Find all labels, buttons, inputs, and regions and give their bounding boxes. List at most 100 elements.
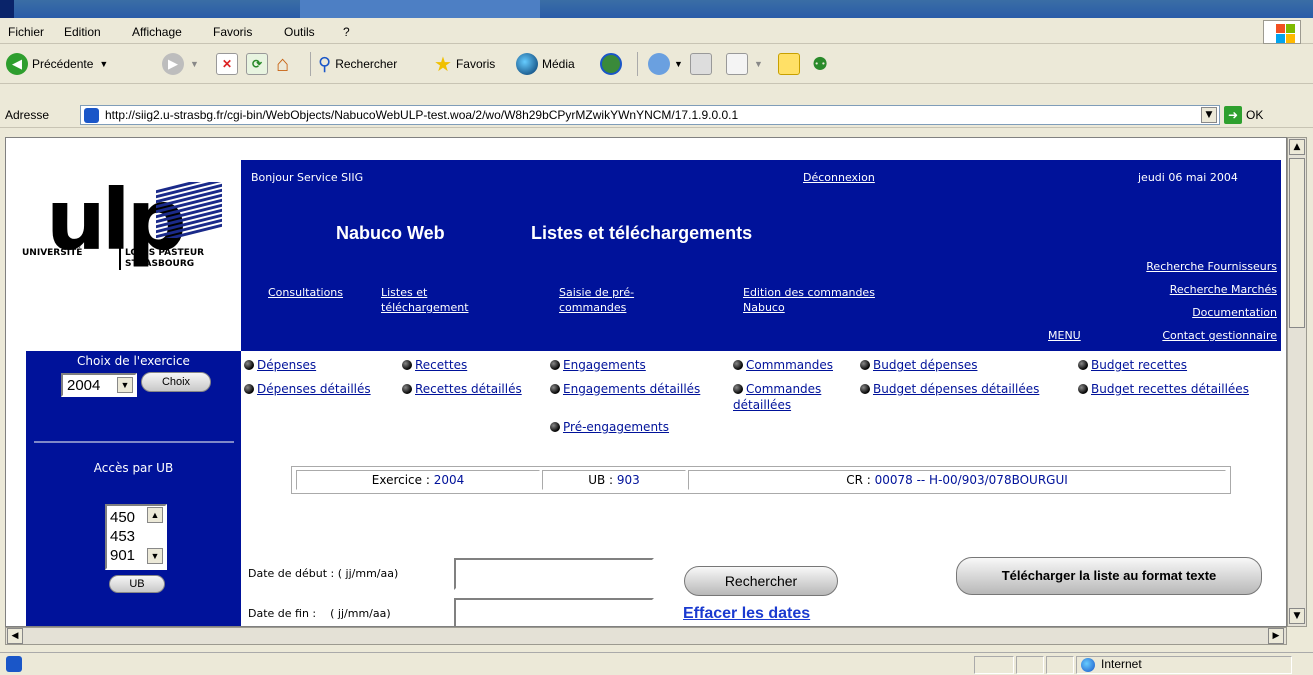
bullet-icon [402,360,412,370]
info-ub: UB : 903 [542,470,686,490]
exercice-title: Choix de l'exercice [77,354,190,368]
link-commandes-detaillees[interactable]: Commandes [733,382,821,396]
scroll-right-icon[interactable]: ▶ [1268,628,1284,644]
link-budget-depenses[interactable]: Budget dépenses [860,358,977,372]
discuss-button[interactable] [778,50,800,78]
link-engagements[interactable]: Engagements [550,358,646,372]
link-pre-engagements[interactable]: Pré-engagements [550,420,669,434]
end-date-input[interactable] [454,598,654,626]
link-documentation[interactable]: Documentation [1192,306,1277,319]
menu-outils[interactable]: Outils [284,25,315,39]
link-budget-recettes-label: Budget recettes [1091,358,1188,372]
forward-dropdown-icon[interactable]: ▼ [190,59,199,69]
link-commandes[interactable]: Commmandes [733,358,833,372]
exercice-select[interactable]: 2004 ▼ [61,373,137,397]
link-engagements-detailles[interactable]: Engagements détaillés [550,382,700,396]
link-commandes-detaillees-line2[interactable]: détaillées [733,398,791,412]
messenger-icon: ⚉ [812,53,829,74]
link-recettes[interactable]: Recettes [402,358,467,372]
bullet-icon [244,384,254,394]
link-recherche-fournisseurs[interactable]: Recherche Fournisseurs [1146,260,1277,273]
address-input[interactable]: http://siig2.u-strasbg.fr/cgi-bin/WebObj… [80,105,1220,125]
bullet-icon [550,384,560,394]
exercice-dropdown-icon[interactable]: ▼ [117,377,133,393]
zone-label: Internet [1101,657,1142,671]
mail-dropdown-icon[interactable]: ▼ [674,59,683,69]
print-button[interactable] [690,50,712,78]
mail-button[interactable]: ▼ [648,50,683,78]
stop-button[interactable]: ✕ [216,50,238,78]
link-commandes-detaillees-label: Commandes [746,382,822,396]
scroll-thumb[interactable] [1289,158,1305,328]
edit-dropdown-icon[interactable]: ▼ [754,59,763,69]
menu-edition[interactable]: Edition [64,25,101,39]
menu-fichier[interactable]: Fichier [8,25,44,39]
refresh-button[interactable]: ⟳ [246,50,268,78]
sidebar: Choix de l'exercice 2004 ▼ Choix Accès p… [26,351,241,626]
menu-help[interactable]: ? [343,25,350,39]
home-button[interactable]: ⌂ [276,50,289,78]
ub-scroll-up-icon[interactable]: ▲ [147,507,163,523]
back-button[interactable]: ◀ Précédente ▼ [6,50,108,78]
link-depenses-label: Dépenses [257,358,317,372]
logout-link[interactable]: Déconnexion [803,171,875,184]
go-button[interactable]: ➜ OK [1224,105,1284,125]
page-title: Listes et téléchargements [531,223,753,243]
nav-consultations[interactable]: Consultations [268,286,343,299]
clear-dates-link[interactable]: Effacer les dates [683,605,810,623]
bullet-icon [733,360,743,370]
link-budget-depenses-detaillees[interactable]: Budget dépenses détaillées [860,382,1039,396]
link-budget-recettes[interactable]: Budget recettes [1078,358,1187,372]
link-contact-gestionnaire[interactable]: Contact gestionnaire [1162,329,1277,342]
ub-option-453[interactable]: 453 [110,527,135,546]
download-text-button[interactable]: Télécharger la liste au format texte [956,557,1262,595]
nav-listes-line1[interactable]: Listes et [381,286,427,299]
ub-option-450[interactable]: 450 [110,508,135,527]
link-depenses[interactable]: Dépenses [244,358,316,372]
nav-edition-line2[interactable]: Nabuco [743,301,785,314]
ub-listbox[interactable]: 450 453 901 ▲ ▼ [105,504,167,570]
nav-edition-line1[interactable]: Edition des commandes [743,286,875,299]
choix-button[interactable]: Choix [141,372,211,392]
bullet-icon [733,384,743,394]
edit-button[interactable]: ▼ [726,50,763,78]
history-button[interactable] [600,50,622,78]
status-cell [1016,656,1044,674]
link-recherche-marches[interactable]: Recherche Marchés [1170,283,1277,296]
nav-saisie-line2[interactable]: commandes [559,301,626,314]
horizontal-scrollbar[interactable]: ◀ ▶ [5,627,1287,645]
start-date-label: Date de début : ( jj/mm/aa) [248,567,399,580]
nav-listes-line2[interactable]: téléchargement [381,301,469,314]
search-label: Rechercher [335,57,398,71]
back-dropdown-icon[interactable]: ▼ [99,59,108,69]
ub-option-901[interactable]: 901 [110,546,135,565]
link-budget-depenses-label: Budget dépenses [873,358,978,372]
ub-button[interactable]: UB [109,575,165,593]
vertical-scrollbar[interactable]: ▲ ▼ [1287,137,1307,627]
scroll-down-icon[interactable]: ▼ [1289,608,1305,624]
favorites-button[interactable]: ★ Favoris [434,50,495,78]
bullet-icon [550,360,560,370]
globe-icon [1081,658,1095,672]
forward-arrow-icon: ▶ [162,53,184,75]
link-recettes-detailles[interactable]: Recettes détaillés [402,382,522,396]
link-budget-recettes-detaillees[interactable]: Budget recettes détaillées [1078,382,1249,396]
scroll-up-icon[interactable]: ▲ [1289,139,1305,155]
link-depenses-detailles[interactable]: Dépenses détaillés [244,382,371,396]
search-button[interactable]: ⚲ Rechercher [318,50,397,78]
menu-link[interactable]: MENU [1048,329,1081,342]
forward-button[interactable]: ▶ ▼ [162,50,199,78]
nav-saisie-line1[interactable]: Saisie de pré- [559,286,634,299]
search-submit-button[interactable]: Rechercher [684,566,838,596]
scroll-left-icon[interactable]: ◀ [7,628,23,644]
status-cell [974,656,1014,674]
address-dropdown-icon[interactable]: ▼ [1201,107,1217,123]
messenger-button[interactable]: ⚉ [812,50,828,78]
menu-affichage[interactable]: Affichage [132,25,182,39]
media-button[interactable]: Média [516,50,575,78]
menu-favoris[interactable]: Favoris [213,25,252,39]
toolbar: ◀ Précédente ▼ ▶ ▼ ✕ ⟳ ⌂ ⚲ Rechercher ★ … [0,44,1313,84]
history-icon [600,53,622,75]
start-date-input[interactable] [454,558,654,590]
ub-scroll-down-icon[interactable]: ▼ [147,548,163,564]
